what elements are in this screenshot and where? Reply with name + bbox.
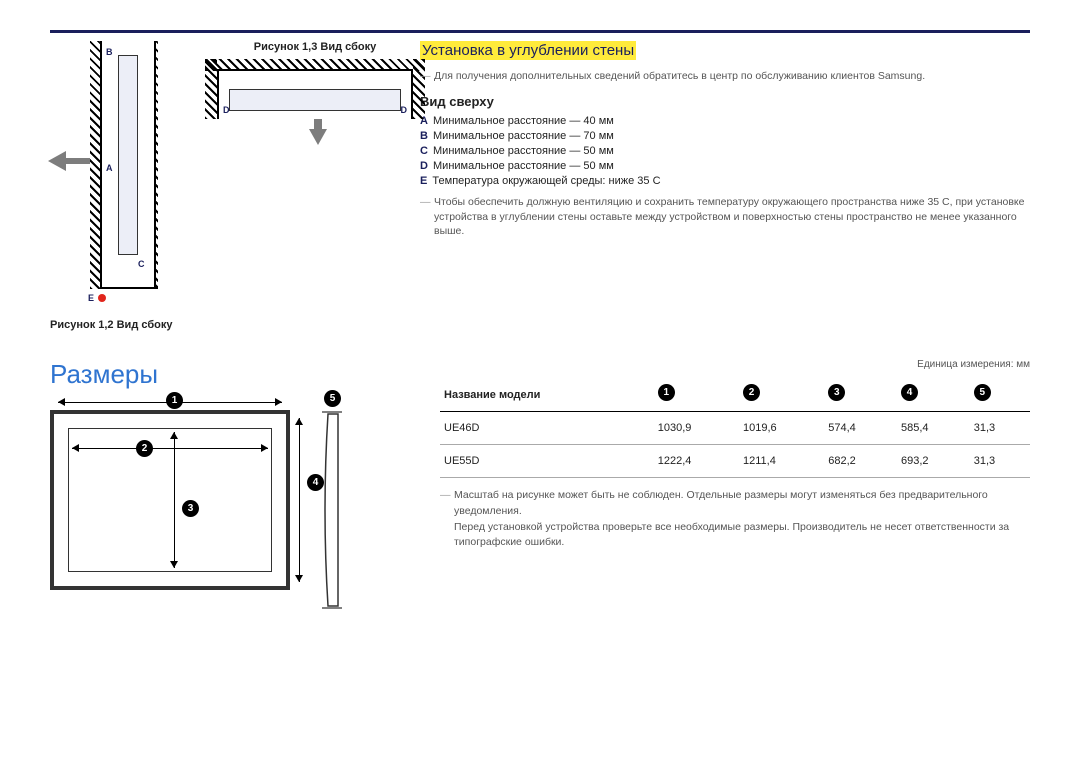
arrow-left-stem [66,158,90,164]
monitor-front-diagram: 1 2 3 4 [50,410,290,590]
subheading-top-view: Вид сверху [420,94,1030,109]
monitor-side-diagram: 5 [320,410,346,610]
th-4: 4 [897,376,970,412]
figure-1-3: D D [205,59,425,139]
th-3: 3 [824,376,897,412]
dim-marker-5: 5 [324,390,341,407]
label-a: A [106,163,113,173]
spec-e: E Температура окружающей среды: ниже 35 … [420,175,1030,187]
red-dot-icon [98,294,106,302]
dimensions-table: Название модели 1 2 3 4 5 UE46D 1030,9 1… [440,376,1030,478]
table-row: UE46D 1030,9 1019,6 574,4 585,4 31,3 [440,412,1030,445]
dim-marker-1: 1 [166,392,183,409]
dimension-figures: 1 2 3 4 5 [50,410,410,610]
installation-section: Установка в углублении стены Для получен… [420,41,1030,331]
spec-c: C Минимальное расстояние — 50 мм [420,145,1030,157]
footnote-scale: Масштаб на рисунке может быть не соблюде… [454,488,1030,551]
th-5: 5 [970,376,1030,412]
label-c: C [138,259,145,269]
th-model: Название модели [440,376,654,412]
side-view-figures: B A C E Рисунок 1,2 Вид сбоку Рисунок 1,… [50,41,380,331]
top-rule [50,30,1030,33]
label-b: B [106,47,113,57]
arrow-down-icon [309,129,327,145]
spec-d: D Минимальное расстояние — 50 мм [420,160,1030,172]
th-1: 1 [654,376,739,412]
unit-label: Единица измерения: мм [440,359,1030,370]
dim-marker-2: 2 [136,440,153,457]
arrow-left-icon [48,151,66,171]
contact-note: Для получения дополнительных сведений об… [434,70,1030,82]
label-d-left: D [223,105,230,115]
section-title: Установка в углублении стены [420,41,636,60]
dimensions-heading: Размеры [50,359,410,390]
spec-b: B Минимальное расстояние — 70 мм [420,130,1030,142]
th-2: 2 [739,376,824,412]
ventilation-warning: Чтобы обеспечить должную вентиляцию и со… [434,195,1030,239]
figure-1-2: B A C E [50,41,170,311]
spec-a: A Минимальное расстояние — 40 мм [420,115,1030,127]
caption-fig12: Рисунок 1,2 Вид сбоку [50,319,380,331]
caption-fig13: Рисунок 1,3 Вид сбоку [200,41,430,53]
label-e: E [88,293,94,303]
dim-marker-3: 3 [182,500,199,517]
label-d-right: D [401,105,408,115]
table-row: UE55D 1222,4 1211,4 682,2 693,2 31,3 [440,445,1030,478]
